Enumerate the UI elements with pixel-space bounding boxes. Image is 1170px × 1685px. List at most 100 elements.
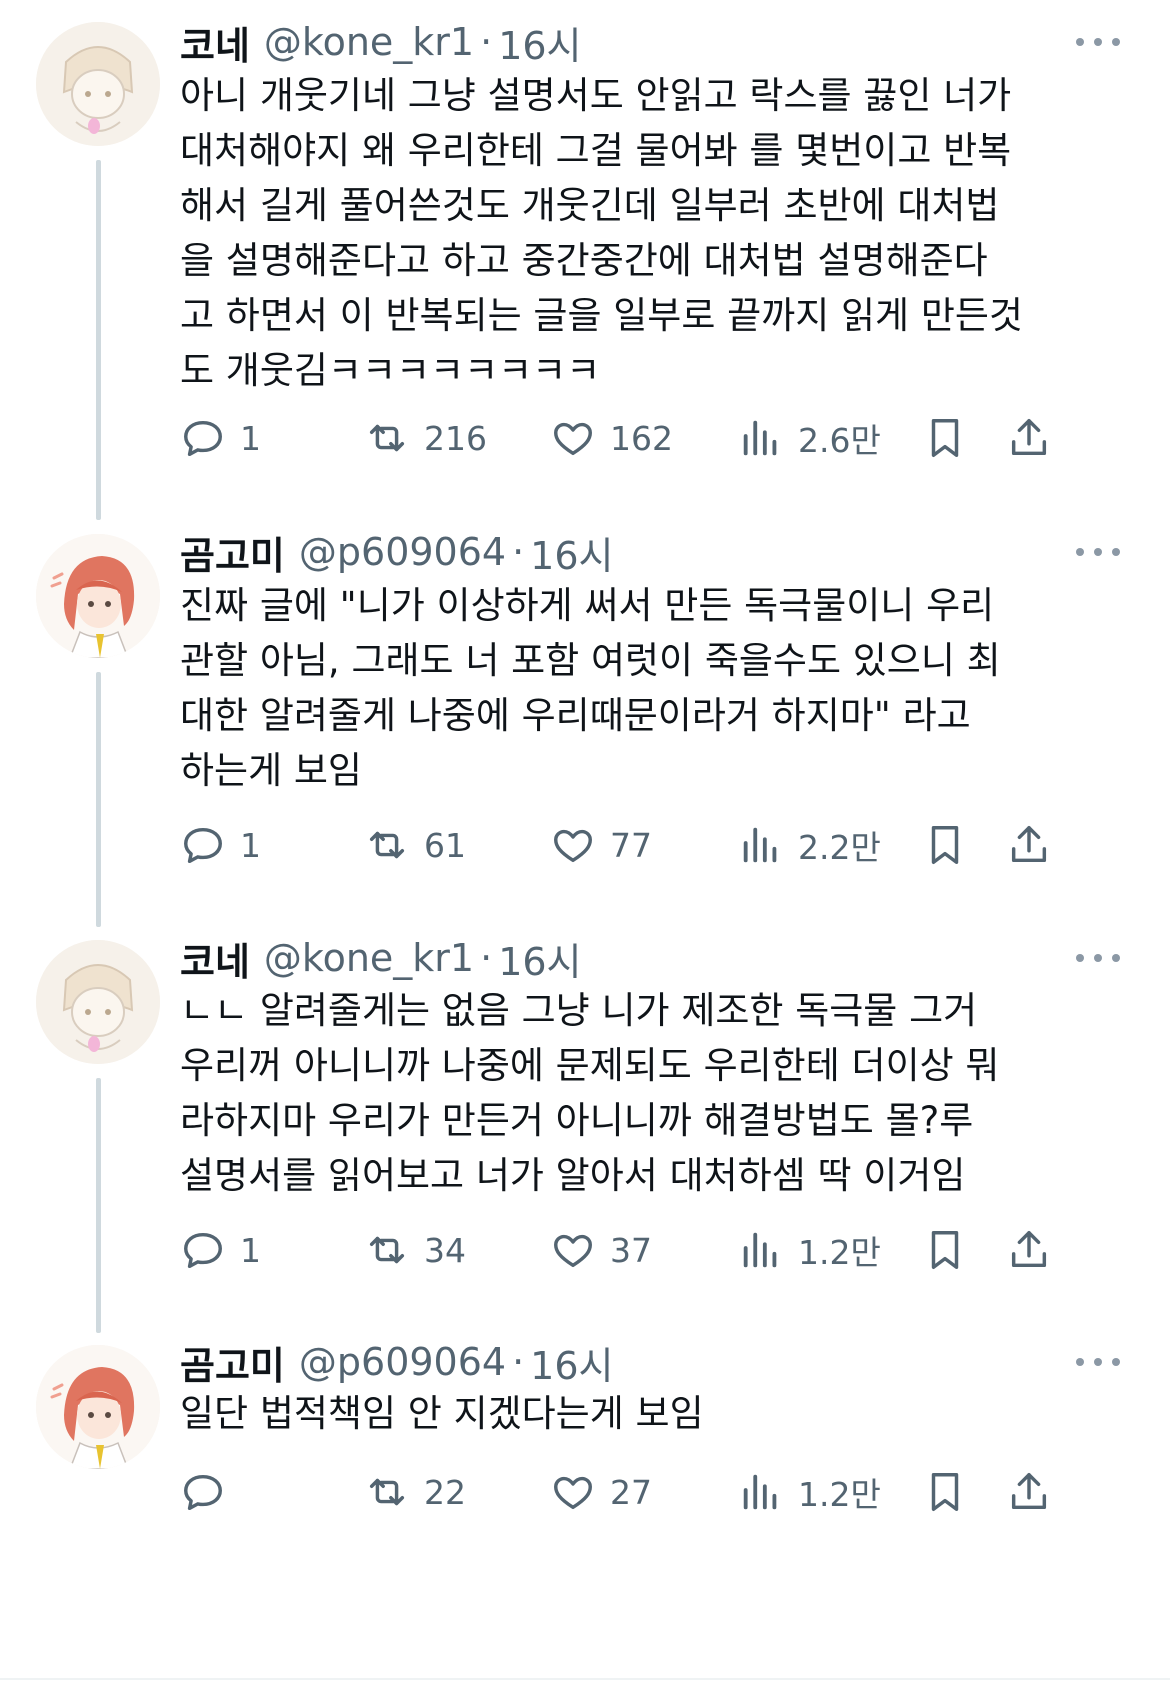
retweet-icon <box>369 831 405 859</box>
timestamp[interactable]: 16시 <box>530 1335 613 1390</box>
reply-icon <box>184 1232 222 1269</box>
view-count: 1.2만 <box>798 1233 881 1272</box>
bookmark-icon <box>931 419 959 457</box>
tweet-text: ㄴㄴ 알려줄게는 없음 그냥 니가 제조한 독극물 그거 우리꺼 아니니까 나중… <box>180 989 1000 1197</box>
tweet-header: 코네 @kone_kr1 · 16시 <box>180 928 582 988</box>
like-icon <box>554 422 592 456</box>
avatar-sketch-image <box>36 22 160 146</box>
views-button[interactable]: 1.2만 <box>738 1462 881 1522</box>
user-handle[interactable]: @kone_kr1 <box>264 20 474 64</box>
share-button[interactable] <box>1006 408 1052 468</box>
views-button[interactable]: 1.2만 <box>738 1220 881 1280</box>
display-name[interactable]: 코네 <box>180 15 250 70</box>
like-button[interactable]: 27 <box>550 1462 652 1522</box>
separator-dot: · <box>480 936 493 980</box>
bookmark-icon <box>931 1473 959 1511</box>
tweet-header: 곰고미 @p609064 · 16시 <box>180 522 614 582</box>
tweet-text: 일단 법적책임 안 지겠다는게 보임 <box>180 1392 704 1435</box>
more-icon[interactable] <box>1076 542 1120 562</box>
action-bar: 1 216 162 2.6만 <box>180 408 1060 468</box>
tweet-header: 코네 @kone_kr1 · 16시 <box>180 12 582 72</box>
avatar[interactable] <box>36 1345 160 1469</box>
views-icon <box>743 827 777 863</box>
like-icon <box>554 1234 592 1268</box>
reply-button[interactable]: 1 <box>180 815 261 875</box>
tweet-text: 진짜 글에 "니가 이상하게 써서 만든 독극물이니 우리 관할 아님, 그래도… <box>180 584 1001 792</box>
retweet-button[interactable]: 34 <box>364 1220 466 1280</box>
action-bar: 22 27 1.2만 <box>180 1462 1060 1522</box>
separator-dot: · <box>512 530 525 574</box>
divider <box>0 1678 1170 1680</box>
display-name[interactable]: 곰고미 <box>180 1335 285 1390</box>
display-name[interactable]: 곰고미 <box>180 525 285 580</box>
tweet-text: 아니 개웃기네 그냥 설명서도 안읽고 락스를 끓인 너가 대처해야지 왜 우리… <box>180 74 1023 392</box>
separator-dot: · <box>512 1340 525 1384</box>
view-count: 2.2만 <box>798 828 881 867</box>
reply-count: 1 <box>240 825 261 865</box>
share-button[interactable] <box>1006 1220 1052 1280</box>
retweet-icon <box>369 1478 405 1506</box>
share-icon <box>1011 419 1047 456</box>
avatar[interactable] <box>36 534 160 658</box>
share-icon <box>1011 826 1047 863</box>
bookmark-button[interactable] <box>922 1462 968 1522</box>
retweet-button[interactable]: 216 <box>364 408 487 468</box>
views-icon <box>743 1232 777 1268</box>
display-name[interactable]: 코네 <box>180 931 250 986</box>
share-button[interactable] <box>1006 1462 1052 1522</box>
retweet-icon <box>369 1236 405 1264</box>
view-count: 1.2만 <box>798 1475 881 1514</box>
timestamp[interactable]: 16시 <box>530 525 613 580</box>
retweet-count: 61 <box>424 825 466 865</box>
reply-count: 1 <box>240 1230 261 1270</box>
like-count: 162 <box>610 418 673 458</box>
retweet-button[interactable]: 22 <box>364 1462 466 1522</box>
reply-count: 1 <box>240 418 261 458</box>
thread-line <box>96 160 101 520</box>
retweet-count: 22 <box>424 1472 466 1512</box>
more-icon[interactable] <box>1076 948 1120 968</box>
more-icon[interactable] <box>1076 1352 1120 1372</box>
separator-dot: · <box>480 20 493 64</box>
avatar[interactable] <box>36 940 160 1064</box>
user-handle[interactable]: @p609064 <box>299 1340 506 1384</box>
reply-button[interactable] <box>180 1462 240 1522</box>
views-button[interactable]: 2.6만 <box>738 408 881 468</box>
reply-icon <box>184 1474 222 1511</box>
avatar-anime-image <box>36 534 160 658</box>
like-button[interactable]: 77 <box>550 815 652 875</box>
thread-line <box>96 672 101 927</box>
reply-icon <box>184 420 222 457</box>
reply-button[interactable]: 1 <box>180 1220 261 1280</box>
bookmark-icon <box>931 826 959 864</box>
like-count: 77 <box>610 825 652 865</box>
bookmark-button[interactable] <box>922 815 968 875</box>
bookmark-button[interactable] <box>922 408 968 468</box>
timestamp[interactable]: 16시 <box>498 15 581 70</box>
thread-line <box>96 1078 101 1333</box>
share-button[interactable] <box>1006 815 1052 875</box>
like-icon <box>554 1476 592 1510</box>
views-button[interactable]: 2.2만 <box>738 815 881 875</box>
user-handle[interactable]: @kone_kr1 <box>264 936 474 980</box>
like-button[interactable]: 37 <box>550 1220 652 1280</box>
user-handle[interactable]: @p609064 <box>299 530 506 574</box>
bookmark-icon <box>931 1231 959 1269</box>
reply-button[interactable]: 1 <box>180 408 261 468</box>
avatar[interactable] <box>36 22 160 146</box>
retweet-button[interactable]: 61 <box>364 815 466 875</box>
views-icon <box>743 420 777 456</box>
more-icon[interactable] <box>1076 32 1120 52</box>
reply-icon <box>184 827 222 864</box>
action-bar: 1 34 37 1.2만 <box>180 1220 1060 1280</box>
share-icon <box>1011 1473 1047 1510</box>
like-button[interactable]: 162 <box>550 408 673 468</box>
retweet-icon <box>369 424 405 452</box>
tweet-header: 곰고미 @p609064 · 16시 <box>180 1332 614 1392</box>
timestamp[interactable]: 16시 <box>498 931 581 986</box>
retweet-count: 34 <box>424 1230 466 1270</box>
bookmark-button[interactable] <box>922 1220 968 1280</box>
avatar-anime-image <box>36 1345 160 1469</box>
like-count: 37 <box>610 1230 652 1270</box>
action-bar: 1 61 77 2.2만 <box>180 815 1060 875</box>
